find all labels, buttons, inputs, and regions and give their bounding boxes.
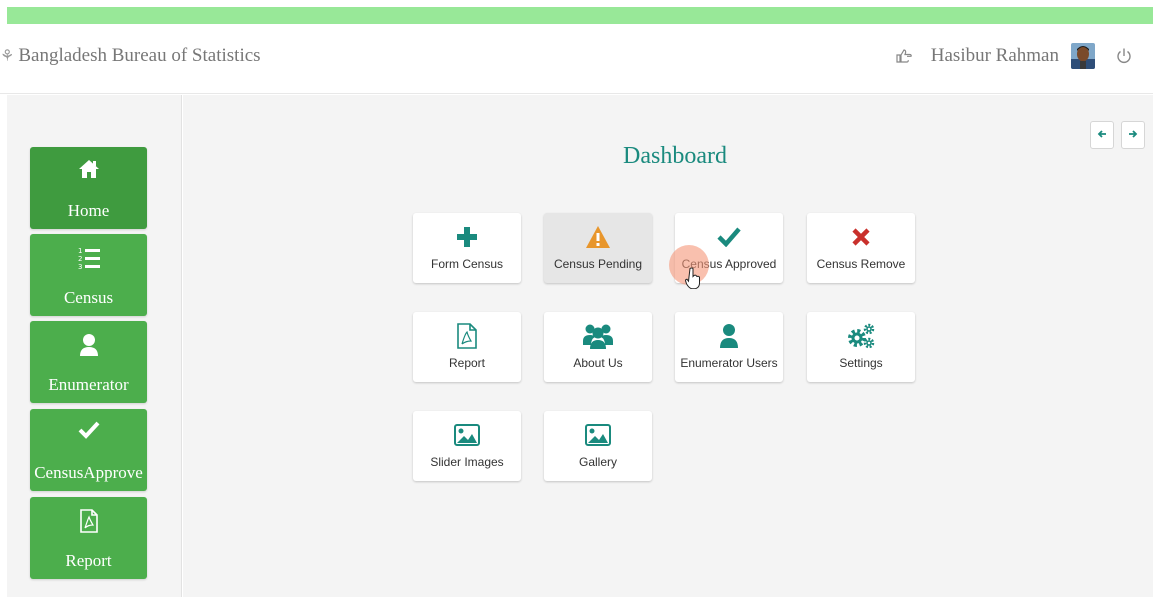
home-icon	[30, 159, 147, 179]
cogs-icon	[847, 322, 875, 350]
tile-census-pending[interactable]: Census Pending	[544, 213, 652, 283]
sidebar-item-report[interactable]: Report	[30, 497, 147, 579]
sidebar: Home 1 2 3 Census Enumerator CensusAppro…	[7, 95, 182, 597]
hand-point-right-icon[interactable]	[893, 45, 915, 67]
image-icon	[585, 421, 611, 449]
bangladesh-emblem-icon: ⚘	[0, 48, 15, 65]
tile-census-remove[interactable]: Census Remove	[807, 213, 915, 283]
sidebar-item-enumerator[interactable]: Enumerator	[30, 321, 147, 403]
svg-text:2: 2	[78, 255, 82, 263]
brand[interactable]: ⚘ Bangladesh Bureau of Statistics	[0, 45, 261, 67]
sidebar-item-censusapprove[interactable]: CensusApprove	[30, 409, 147, 491]
top-accent-stripe	[7, 7, 1153, 24]
sidebar-item-label: Enumerator	[48, 375, 129, 394]
arrow-right-icon	[1128, 126, 1138, 144]
file-pdf-icon	[457, 322, 477, 350]
hand-cursor-icon	[684, 267, 701, 294]
tile-label: About Us	[573, 356, 623, 370]
tile-enumerator-users[interactable]: Enumerator Users	[675, 312, 783, 382]
tile-label: Gallery	[578, 455, 617, 469]
check-icon	[717, 223, 741, 251]
tile-label: Enumerator Users	[680, 356, 778, 370]
sidebar-item-label: Home	[67, 201, 110, 220]
username[interactable]: Hasibur Rahman	[931, 45, 1059, 67]
user-avatar[interactable]	[1071, 43, 1095, 69]
tile-report[interactable]: Report	[413, 312, 521, 382]
users-icon	[583, 322, 613, 350]
page-title: Dashboard	[623, 143, 727, 169]
warning-icon	[585, 223, 611, 251]
tile-label: Form Census	[430, 257, 504, 271]
user-icon	[30, 333, 147, 357]
main-content: Dashboard Form Census Census Pending Cen…	[183, 95, 1153, 597]
sidebar-item-label: Census	[63, 288, 114, 307]
sidebar-item-census[interactable]: 1 2 3 Census	[30, 234, 147, 316]
tile-label: Slider Images	[430, 455, 504, 469]
tile-form-census[interactable]: Form Census	[413, 213, 521, 283]
user-menu: Hasibur Rahman	[893, 43, 1135, 69]
tile-label: Report	[448, 356, 486, 370]
list-ol-icon: 1 2 3	[30, 246, 147, 270]
tile-settings[interactable]: Settings	[807, 312, 915, 382]
tile-slider-images[interactable]: Slider Images	[413, 411, 521, 481]
tile-about-us[interactable]: About Us	[544, 312, 652, 382]
file-pdf-icon	[30, 509, 147, 533]
svg-text:3: 3	[78, 263, 82, 270]
tile-label: Census Remove	[816, 257, 906, 271]
tile-label: Settings	[839, 356, 883, 370]
sidebar-item-label: CensusApprove	[34, 463, 143, 482]
image-icon	[454, 421, 480, 449]
power-icon[interactable]	[1113, 45, 1135, 67]
tile-label: Census Pending	[553, 257, 643, 271]
plus-icon	[456, 223, 478, 251]
user-icon	[719, 322, 739, 350]
check-icon	[30, 421, 147, 439]
sidebar-item-label: Report	[65, 551, 112, 570]
brand-title: Bangladesh Bureau of Statistics	[18, 45, 261, 66]
svg-text:1: 1	[78, 247, 82, 255]
arrow-left-icon	[1097, 126, 1107, 144]
top-navbar: ⚘ Bangladesh Bureau of Statistics Hasibu…	[0, 24, 1153, 94]
tile-gallery[interactable]: Gallery	[544, 411, 652, 481]
times-icon	[851, 223, 871, 251]
sidebar-item-home[interactable]: Home	[30, 147, 147, 229]
